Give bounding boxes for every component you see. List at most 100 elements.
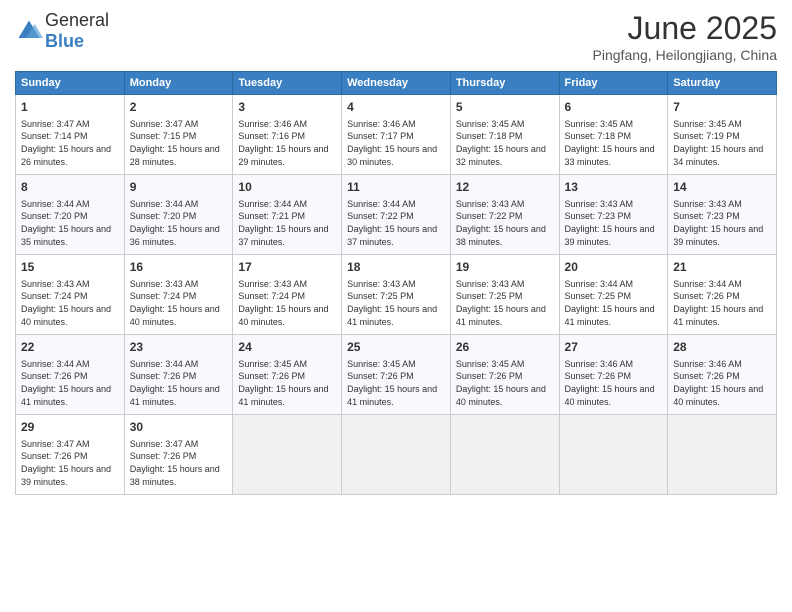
logo-icon (15, 17, 43, 45)
day-number: 29 (21, 419, 119, 436)
day-cell: 1 Sunrise: 3:47 AMSunset: 7:14 PMDayligh… (16, 95, 125, 175)
day-cell (450, 415, 559, 495)
day-number: 19 (456, 259, 554, 276)
col-monday: Monday (124, 72, 233, 95)
day-cell: 8 Sunrise: 3:44 AMSunset: 7:20 PMDayligh… (16, 175, 125, 255)
day-info: Sunrise: 3:43 AMSunset: 7:23 PMDaylight:… (565, 199, 655, 247)
day-cell: 16 Sunrise: 3:43 AMSunset: 7:24 PMDaylig… (124, 255, 233, 335)
day-info: Sunrise: 3:43 AMSunset: 7:23 PMDaylight:… (673, 199, 763, 247)
week-row-5: 29 Sunrise: 3:47 AMSunset: 7:26 PMDaylig… (16, 415, 777, 495)
day-info: Sunrise: 3:47 AMSunset: 7:26 PMDaylight:… (130, 439, 220, 487)
day-info: Sunrise: 3:46 AMSunset: 7:17 PMDaylight:… (347, 119, 437, 167)
day-info: Sunrise: 3:47 AMSunset: 7:26 PMDaylight:… (21, 439, 111, 487)
day-info: Sunrise: 3:44 AMSunset: 7:26 PMDaylight:… (21, 359, 111, 407)
day-info: Sunrise: 3:43 AMSunset: 7:25 PMDaylight:… (347, 279, 437, 327)
day-number: 13 (565, 179, 663, 196)
day-number: 25 (347, 339, 445, 356)
day-number: 8 (21, 179, 119, 196)
logo-general: General (45, 10, 109, 30)
day-info: Sunrise: 3:44 AMSunset: 7:20 PMDaylight:… (130, 199, 220, 247)
day-cell: 7 Sunrise: 3:45 AMSunset: 7:19 PMDayligh… (668, 95, 777, 175)
day-info: Sunrise: 3:44 AMSunset: 7:25 PMDaylight:… (565, 279, 655, 327)
day-cell: 12 Sunrise: 3:43 AMSunset: 7:22 PMDaylig… (450, 175, 559, 255)
day-cell: 29 Sunrise: 3:47 AMSunset: 7:26 PMDaylig… (16, 415, 125, 495)
day-info: Sunrise: 3:44 AMSunset: 7:26 PMDaylight:… (673, 279, 763, 327)
logo: General Blue (15, 10, 109, 52)
logo-blue: Blue (45, 31, 84, 51)
day-number: 4 (347, 99, 445, 116)
day-info: Sunrise: 3:44 AMSunset: 7:26 PMDaylight:… (130, 359, 220, 407)
day-number: 5 (456, 99, 554, 116)
day-cell: 17 Sunrise: 3:43 AMSunset: 7:24 PMDaylig… (233, 255, 342, 335)
day-number: 14 (673, 179, 771, 196)
day-cell: 19 Sunrise: 3:43 AMSunset: 7:25 PMDaylig… (450, 255, 559, 335)
week-row-1: 1 Sunrise: 3:47 AMSunset: 7:14 PMDayligh… (16, 95, 777, 175)
day-number: 6 (565, 99, 663, 116)
day-number: 21 (673, 259, 771, 276)
month-year-title: June 2025 (593, 10, 777, 47)
day-info: Sunrise: 3:44 AMSunset: 7:22 PMDaylight:… (347, 199, 437, 247)
day-cell: 23 Sunrise: 3:44 AMSunset: 7:26 PMDaylig… (124, 335, 233, 415)
day-info: Sunrise: 3:45 AMSunset: 7:18 PMDaylight:… (456, 119, 546, 167)
day-cell: 15 Sunrise: 3:43 AMSunset: 7:24 PMDaylig… (16, 255, 125, 335)
col-wednesday: Wednesday (342, 72, 451, 95)
day-info: Sunrise: 3:47 AMSunset: 7:14 PMDaylight:… (21, 119, 111, 167)
day-cell: 2 Sunrise: 3:47 AMSunset: 7:15 PMDayligh… (124, 95, 233, 175)
day-cell: 26 Sunrise: 3:45 AMSunset: 7:26 PMDaylig… (450, 335, 559, 415)
day-number: 16 (130, 259, 228, 276)
calendar-header-row: Sunday Monday Tuesday Wednesday Thursday… (16, 72, 777, 95)
day-cell: 4 Sunrise: 3:46 AMSunset: 7:17 PMDayligh… (342, 95, 451, 175)
day-number: 3 (238, 99, 336, 116)
day-number: 7 (673, 99, 771, 116)
day-number: 26 (456, 339, 554, 356)
calendar-table: Sunday Monday Tuesday Wednesday Thursday… (15, 71, 777, 495)
day-info: Sunrise: 3:44 AMSunset: 7:20 PMDaylight:… (21, 199, 111, 247)
day-cell: 21 Sunrise: 3:44 AMSunset: 7:26 PMDaylig… (668, 255, 777, 335)
title-block: June 2025 Pingfang, Heilongjiang, China (593, 10, 777, 63)
day-cell: 9 Sunrise: 3:44 AMSunset: 7:20 PMDayligh… (124, 175, 233, 255)
day-number: 24 (238, 339, 336, 356)
day-cell (233, 415, 342, 495)
week-row-4: 22 Sunrise: 3:44 AMSunset: 7:26 PMDaylig… (16, 335, 777, 415)
day-number: 1 (21, 99, 119, 116)
day-cell: 24 Sunrise: 3:45 AMSunset: 7:26 PMDaylig… (233, 335, 342, 415)
col-sunday: Sunday (16, 72, 125, 95)
header: General Blue June 2025 Pingfang, Heilong… (15, 10, 777, 63)
col-tuesday: Tuesday (233, 72, 342, 95)
day-cell: 5 Sunrise: 3:45 AMSunset: 7:18 PMDayligh… (450, 95, 559, 175)
day-cell: 11 Sunrise: 3:44 AMSunset: 7:22 PMDaylig… (342, 175, 451, 255)
day-info: Sunrise: 3:43 AMSunset: 7:22 PMDaylight:… (456, 199, 546, 247)
day-cell: 27 Sunrise: 3:46 AMSunset: 7:26 PMDaylig… (559, 335, 668, 415)
day-number: 30 (130, 419, 228, 436)
week-row-3: 15 Sunrise: 3:43 AMSunset: 7:24 PMDaylig… (16, 255, 777, 335)
day-cell: 20 Sunrise: 3:44 AMSunset: 7:25 PMDaylig… (559, 255, 668, 335)
day-info: Sunrise: 3:46 AMSunset: 7:16 PMDaylight:… (238, 119, 328, 167)
day-number: 9 (130, 179, 228, 196)
day-cell: 10 Sunrise: 3:44 AMSunset: 7:21 PMDaylig… (233, 175, 342, 255)
day-number: 15 (21, 259, 119, 276)
day-number: 20 (565, 259, 663, 276)
day-cell: 6 Sunrise: 3:45 AMSunset: 7:18 PMDayligh… (559, 95, 668, 175)
week-row-2: 8 Sunrise: 3:44 AMSunset: 7:20 PMDayligh… (16, 175, 777, 255)
day-cell: 28 Sunrise: 3:46 AMSunset: 7:26 PMDaylig… (668, 335, 777, 415)
day-info: Sunrise: 3:43 AMSunset: 7:24 PMDaylight:… (130, 279, 220, 327)
day-cell: 25 Sunrise: 3:45 AMSunset: 7:26 PMDaylig… (342, 335, 451, 415)
day-info: Sunrise: 3:45 AMSunset: 7:26 PMDaylight:… (238, 359, 328, 407)
day-number: 11 (347, 179, 445, 196)
day-cell (559, 415, 668, 495)
day-cell: 30 Sunrise: 3:47 AMSunset: 7:26 PMDaylig… (124, 415, 233, 495)
day-info: Sunrise: 3:43 AMSunset: 7:24 PMDaylight:… (238, 279, 328, 327)
day-cell: 22 Sunrise: 3:44 AMSunset: 7:26 PMDaylig… (16, 335, 125, 415)
day-info: Sunrise: 3:45 AMSunset: 7:19 PMDaylight:… (673, 119, 763, 167)
day-cell: 13 Sunrise: 3:43 AMSunset: 7:23 PMDaylig… (559, 175, 668, 255)
day-number: 10 (238, 179, 336, 196)
day-info: Sunrise: 3:44 AMSunset: 7:21 PMDaylight:… (238, 199, 328, 247)
day-cell (342, 415, 451, 495)
day-number: 17 (238, 259, 336, 276)
day-info: Sunrise: 3:46 AMSunset: 7:26 PMDaylight:… (673, 359, 763, 407)
day-info: Sunrise: 3:45 AMSunset: 7:26 PMDaylight:… (347, 359, 437, 407)
day-cell: 14 Sunrise: 3:43 AMSunset: 7:23 PMDaylig… (668, 175, 777, 255)
day-number: 18 (347, 259, 445, 276)
day-number: 12 (456, 179, 554, 196)
col-friday: Friday (559, 72, 668, 95)
